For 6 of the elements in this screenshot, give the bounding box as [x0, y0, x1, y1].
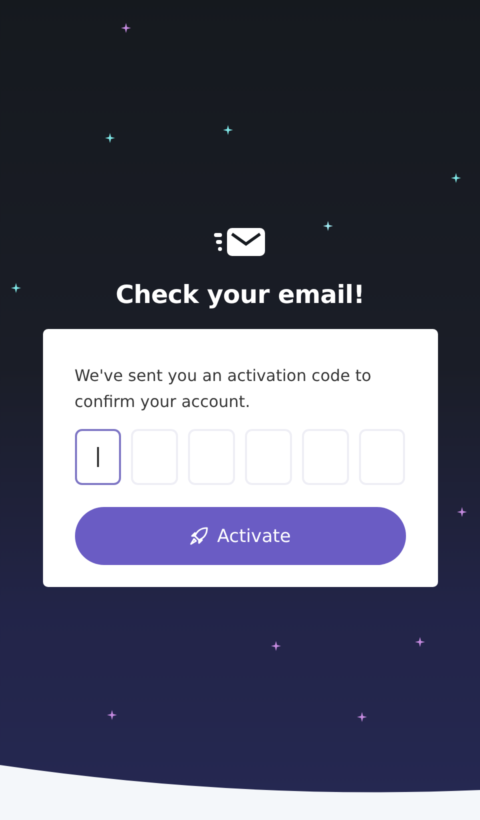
instruction-text: We've sent you an activation code to confirm your account. [74, 365, 372, 413]
page-title: Check your email! [116, 280, 364, 309]
rocket-icon [189, 526, 210, 546]
activate-button[interactable]: Activate [74, 507, 406, 565]
mail-icon [214, 226, 266, 258]
code-input-field[interactable] [74, 429, 122, 485]
